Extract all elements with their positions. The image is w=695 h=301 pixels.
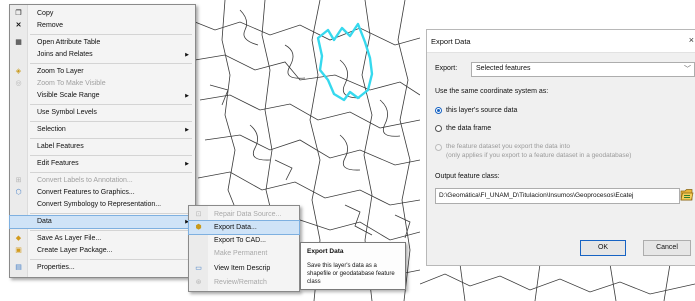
close-icon[interactable]: ×: [689, 35, 694, 45]
copy-icon: ❐: [15, 10, 22, 17]
annotation-icon: ⊞: [15, 177, 22, 184]
radio-data-frame[interactable]: [435, 125, 442, 132]
menu-separator: [30, 213, 192, 214]
menu-item-copy[interactable]: ❐ Copy: [10, 8, 195, 20]
menu-separator: [30, 34, 192, 35]
submenu-item-repair-data-source[interactable]: ⊡ Repair Data Source...: [189, 208, 299, 221]
tooltip-title: Export Data: [307, 248, 344, 255]
dialog-titlebar[interactable]: Export Data ×: [427, 30, 695, 53]
menu-item-properties[interactable]: ▤ Properties...: [10, 262, 195, 274]
export-label: Export:: [435, 65, 458, 72]
table-icon: ▦: [15, 39, 22, 46]
radio-feature-dataset-note: (only applies if you export to a feature…: [446, 152, 632, 159]
layer-context-menu: ❐ Copy ✕ Remove ▦ Open Attribute Table J…: [9, 4, 196, 278]
menu-item-zoom-to-make-visible[interactable]: ◎ Zoom To Make Visible: [10, 78, 195, 90]
menu-item-convert-features-to-graphics[interactable]: ⬡ Convert Features to Graphics...: [10, 187, 195, 199]
menu-separator: [30, 172, 192, 173]
menu-item-visible-scale-range[interactable]: Visible Scale Range ▶: [10, 90, 195, 102]
menu-item-data[interactable]: Data ▶: [9, 215, 196, 229]
graphics-icon: ⬡: [15, 189, 22, 196]
radio-feature-dataset-label: the feature dataset you export the data …: [446, 143, 570, 150]
menu-separator: [30, 230, 192, 231]
menu-item-zoom-to-layer[interactable]: ◈ Zoom To Layer: [10, 66, 195, 78]
repair-icon: ⊡: [195, 211, 202, 218]
export-data-dialog: Export Data × Export: Selected features …: [426, 29, 695, 266]
dialog-title: Export Data: [431, 37, 471, 46]
selected-municipality-polygon[interactable]: [316, 22, 374, 102]
rematch-icon: ⊛: [195, 279, 202, 286]
tooltip-body: Save this layer's data as a shapefile or…: [307, 263, 395, 285]
menu-item-use-symbol-levels[interactable]: Use Symbol Levels: [10, 107, 195, 119]
export-icon: ⬢: [195, 224, 202, 231]
menu-item-save-as-layer-file[interactable]: ◆ Save As Layer File...: [10, 233, 195, 245]
output-path-value: D:\Geomática\FI_UNAM_D\Titulacion\Insumo…: [439, 192, 634, 199]
screenshot-scene: ❐ Copy ✕ Remove ▦ Open Attribute Table J…: [0, 0, 695, 301]
submenu-item-make-permanent[interactable]: Make Permanent: [189, 247, 299, 260]
submenu-item-export-to-cad[interactable]: Export To CAD...: [189, 234, 299, 247]
menu-separator: [30, 121, 192, 122]
browse-folder-icon[interactable]: [680, 187, 694, 202]
output-feature-class-label: Output feature class:: [435, 173, 500, 180]
chevron-down-icon: ﹀: [684, 66, 691, 73]
menu-separator: [30, 63, 192, 64]
output-path-input[interactable]: D:\Geomática\FI_UNAM_D\Titulacion\Insumo…: [435, 188, 680, 204]
menu-item-edit-features[interactable]: Edit Features ▶: [10, 158, 195, 170]
export-dropdown[interactable]: Selected features ﹀: [471, 62, 695, 77]
menu-item-label-features[interactable]: Label Features: [10, 141, 195, 153]
submenu-arrow-icon: ▶: [185, 161, 189, 167]
properties-icon: ▤: [15, 264, 22, 271]
submenu-item-export-data[interactable]: ⬢ Export Data...: [188, 220, 300, 235]
radio-layer-source-data-label[interactable]: this layer's source data: [446, 107, 517, 114]
ok-button[interactable]: OK: [580, 240, 626, 256]
map-view[interactable]: ❐ Copy ✕ Remove ▦ Open Attribute Table J…: [0, 0, 420, 301]
export-dropdown-value: Selected features: [476, 65, 531, 72]
submenu-arrow-icon: ▶: [185, 93, 189, 99]
menu-item-convert-labels-to-annotation[interactable]: ⊞ Convert Labels to Annotation...: [10, 175, 195, 187]
menu-separator: [30, 104, 192, 105]
menu-item-convert-symbology[interactable]: Convert Symbology to Representation...: [10, 199, 195, 211]
remove-icon: ✕: [15, 22, 22, 29]
layer-package-icon: ▣: [15, 247, 22, 254]
menu-separator: [30, 155, 192, 156]
coordinate-system-label: Use the same coordinate system as:: [435, 88, 549, 95]
menu-item-open-attribute-table[interactable]: ▦ Open Attribute Table: [10, 37, 195, 49]
radio-layer-source-data[interactable]: [435, 107, 442, 114]
zoom-visible-icon: ◎: [15, 80, 22, 87]
menu-separator: [30, 138, 192, 139]
submenu-item-view-item-description[interactable]: ▭ View Item Descrip: [189, 262, 299, 275]
radio-feature-dataset: [435, 144, 442, 151]
item-description-icon: ▭: [195, 265, 202, 272]
submenu-arrow-icon: ▶: [185, 127, 189, 133]
submenu-item-review-rematch[interactable]: ⊛ Review/Rematch: [189, 276, 299, 289]
zoom-to-layer-icon: ◈: [15, 68, 22, 75]
menu-item-create-layer-package[interactable]: ▣ Create Layer Package...: [10, 245, 195, 257]
data-submenu: ⊡ Repair Data Source... ⬢ Export Data...…: [188, 205, 300, 292]
background-map-fragment: [420, 264, 695, 301]
submenu-arrow-icon: ▶: [185, 52, 189, 58]
cancel-button[interactable]: Cancel: [643, 240, 691, 256]
menu-item-selection[interactable]: Selection ▶: [10, 124, 195, 136]
menu-separator: [30, 259, 192, 260]
menu-item-remove[interactable]: ✕ Remove: [10, 20, 195, 32]
layer-file-icon: ◆: [15, 235, 22, 242]
radio-data-frame-label[interactable]: the data frame: [446, 125, 491, 132]
menu-item-joins-and-relates[interactable]: Joins and Relates ▶: [10, 49, 195, 61]
export-data-tooltip: Export Data Save this layer's data as a …: [300, 242, 406, 290]
